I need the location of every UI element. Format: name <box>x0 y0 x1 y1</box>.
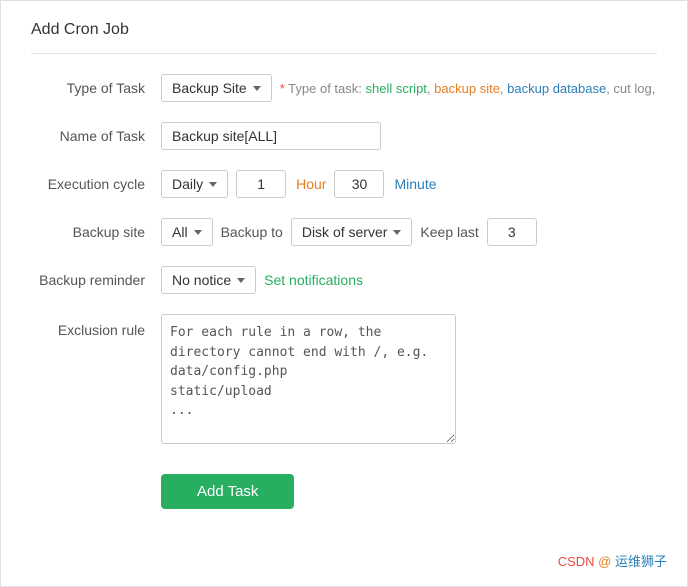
chevron-down-icon <box>237 278 245 283</box>
hour-unit-label: Hour <box>296 176 326 192</box>
backup-site-dropdown[interactable]: All <box>161 218 213 246</box>
type-of-task-controls: Backup Site * Type of task: shell script… <box>161 74 655 102</box>
hint-shell-script: shell script <box>366 81 427 96</box>
watermark-at: @ <box>598 554 611 569</box>
chevron-down-icon <box>209 182 217 187</box>
exclusion-rule-label: Exclusion rule <box>31 314 161 338</box>
type-of-task-value: Backup Site <box>172 80 247 96</box>
exclusion-rule-textarea[interactable]: For each rule in a row, the directory ca… <box>161 314 456 444</box>
type-of-task-hint: * Type of task: shell script, backup sit… <box>280 81 656 96</box>
backup-reminder-value: No notice <box>172 272 231 288</box>
backup-reminder-label: Backup reminder <box>31 272 161 288</box>
chevron-down-icon <box>253 86 261 91</box>
type-of-task-row: Type of Task Backup Site * Type of task:… <box>31 74 657 102</box>
hint-backup-database: backup database <box>507 81 606 96</box>
type-of-task-label: Type of Task <box>31 80 161 96</box>
hint-cut-log: cut log, <box>613 81 655 96</box>
watermark: CSDN @ 运维狮子 <box>558 551 667 570</box>
hint-prefix: Type of task: <box>288 81 365 96</box>
hint-asterisk: * <box>280 81 285 96</box>
add-task-row: Add Task <box>31 464 657 509</box>
execution-cycle-row: Execution cycle Daily Hour Minute <box>31 170 657 198</box>
chevron-down-icon <box>194 230 202 235</box>
hour-value-input[interactable] <box>236 170 286 198</box>
minute-unit-label: Minute <box>394 176 436 192</box>
backup-site-label: Backup site <box>31 224 161 240</box>
backup-site-row: Backup site All Backup to Disk of server… <box>31 218 657 246</box>
name-of-task-input[interactable] <box>161 122 381 150</box>
add-cron-job-panel: Add Cron Job Type of Task Backup Site * … <box>0 0 688 587</box>
cycle-value: Daily <box>172 176 203 192</box>
hint-backup-site: backup site <box>434 81 500 96</box>
execution-cycle-label: Execution cycle <box>31 176 161 192</box>
backup-site-value: All <box>172 224 188 240</box>
page-title: Add Cron Job <box>31 21 657 54</box>
name-of-task-label: Name of Task <box>31 128 161 144</box>
watermark-csdn: CSDN <box>558 554 595 569</box>
backup-site-controls: All Backup to Disk of server Keep last <box>161 218 537 246</box>
keep-last-label: Keep last <box>420 224 478 240</box>
watermark-name: 运维狮子 <box>615 554 667 569</box>
destination-value: Disk of server <box>302 224 388 240</box>
set-notifications-link[interactable]: Set notifications <box>264 272 363 288</box>
keep-last-input[interactable] <box>487 218 537 246</box>
add-task-button[interactable]: Add Task <box>161 474 294 509</box>
backup-reminder-dropdown[interactable]: No notice <box>161 266 256 294</box>
cycle-dropdown[interactable]: Daily <box>161 170 228 198</box>
minute-value-input[interactable] <box>334 170 384 198</box>
backup-reminder-row: Backup reminder No notice Set notificati… <box>31 266 657 294</box>
execution-cycle-controls: Daily Hour Minute <box>161 170 437 198</box>
exclusion-rule-row: Exclusion rule For each rule in a row, t… <box>31 314 657 444</box>
type-of-task-dropdown[interactable]: Backup Site <box>161 74 272 102</box>
chevron-down-icon <box>393 230 401 235</box>
backup-reminder-controls: No notice Set notifications <box>161 266 363 294</box>
backup-to-label: Backup to <box>221 224 283 240</box>
exclusion-rule-controls: For each rule in a row, the directory ca… <box>161 314 456 444</box>
name-of-task-row: Name of Task <box>31 122 657 150</box>
name-of-task-controls <box>161 122 381 150</box>
destination-dropdown[interactable]: Disk of server <box>291 218 413 246</box>
